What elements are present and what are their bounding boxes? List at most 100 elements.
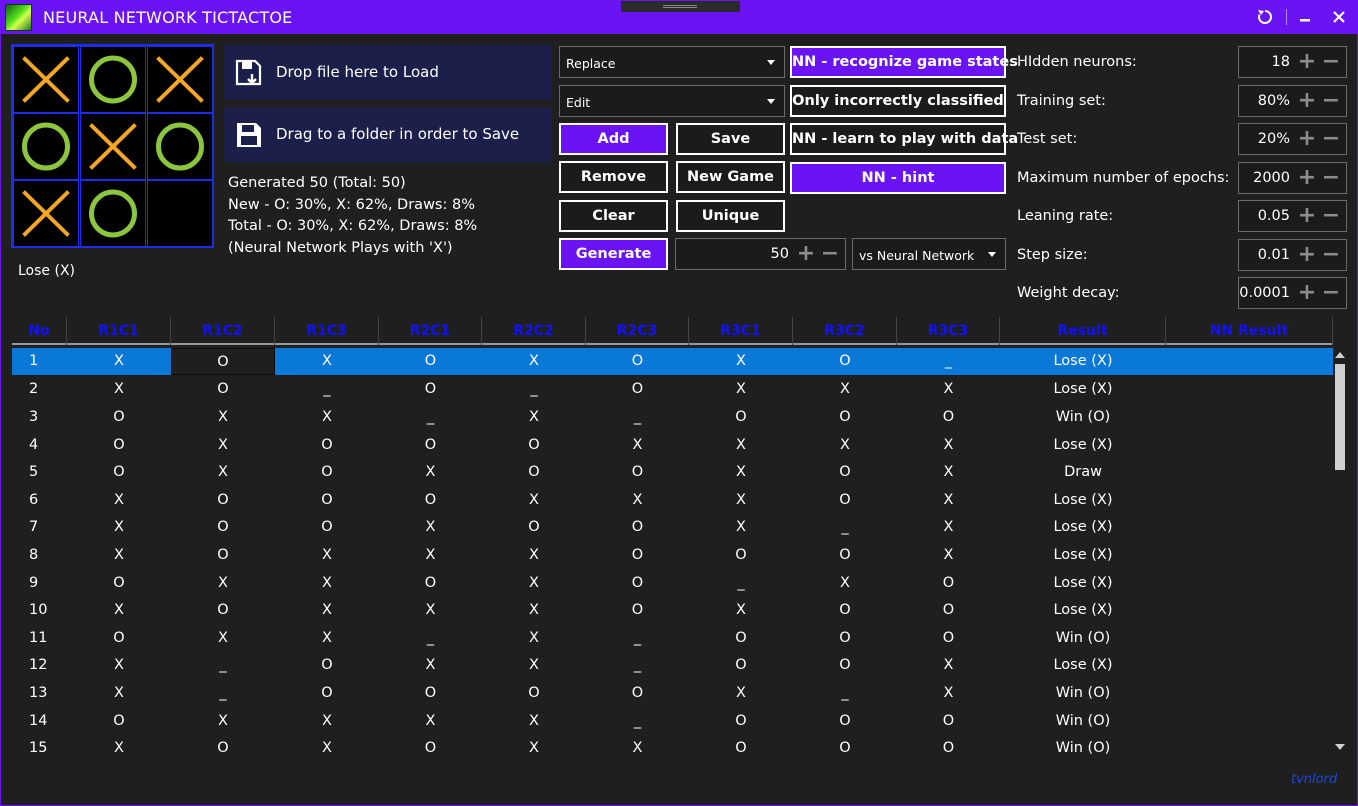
table-cell[interactable]: X	[275, 404, 379, 431]
table-cell[interactable]: 14	[12, 708, 67, 735]
table-cell[interactable]: Lose (X)	[1000, 570, 1166, 597]
table-cell[interactable]: O	[171, 542, 275, 569]
table-row[interactable]: 9 O X X O X O _ X O Lose (X)	[12, 570, 1333, 597]
table-cell[interactable]	[1166, 487, 1333, 514]
table-row[interactable]: 12 X _ O X X _ O O X Lose (X)	[12, 652, 1333, 679]
table-cell[interactable]: 13	[12, 680, 67, 707]
table-cell[interactable]: _	[275, 376, 379, 403]
table-cell[interactable]: _	[379, 625, 482, 652]
table-row[interactable]: 5 O X O X O O X O X Draw	[12, 459, 1333, 486]
drag-save-panel[interactable]: Drag to a folder in order to Save	[224, 107, 552, 162]
table-cell[interactable]: O	[793, 652, 897, 679]
table-cell[interactable]: X	[897, 376, 1000, 403]
table-cell[interactable]: 1	[12, 348, 67, 375]
table-cell[interactable]: 4	[12, 432, 67, 459]
param-stepper[interactable]: 0.05 + −	[1238, 200, 1347, 232]
table-cell[interactable]: X	[379, 459, 482, 486]
table-cell[interactable]: O	[897, 597, 1000, 624]
table-cell[interactable]: O	[379, 680, 482, 707]
column-header[interactable]: NN Result	[1166, 317, 1333, 345]
refresh-icon[interactable]	[1255, 7, 1275, 27]
table-row[interactable]: 10 X O X X X O X O O Lose (X)	[12, 597, 1333, 624]
table-row[interactable]: 11 O X X _ X _ O O O Win (O)	[12, 625, 1333, 652]
table-cell[interactable]	[1166, 432, 1333, 459]
table-cell[interactable]: O	[793, 459, 897, 486]
table-cell[interactable]: O	[275, 487, 379, 514]
table-cell[interactable]: X	[379, 597, 482, 624]
table-cell[interactable]: O	[482, 459, 586, 486]
table-cell[interactable]: X	[897, 680, 1000, 707]
table-cell[interactable]: O	[482, 514, 586, 541]
minus-icon[interactable]: −	[1321, 128, 1341, 150]
table-cell[interactable]: O	[379, 570, 482, 597]
table-cell[interactable]: X	[275, 597, 379, 624]
board-cell[interactable]	[80, 180, 146, 247]
table-cell[interactable]: O	[379, 487, 482, 514]
plus-icon[interactable]: +	[1297, 128, 1317, 150]
table-cell[interactable]: X	[171, 432, 275, 459]
table-cell[interactable]: 6	[12, 487, 67, 514]
drop-load-panel[interactable]: Drop file here to Load	[224, 45, 552, 100]
param-stepper[interactable]: 20% + −	[1238, 123, 1347, 155]
nn-learn-button[interactable]: NN - learn to play with data	[790, 123, 1018, 155]
table-cell[interactable]: Win (O)	[1000, 680, 1166, 707]
table-cell[interactable]: X	[482, 708, 586, 735]
table-cell[interactable]: X	[67, 652, 171, 679]
table-cell[interactable]	[1166, 625, 1333, 652]
table-cell[interactable]: X	[689, 432, 793, 459]
minus-icon[interactable]: −	[1321, 51, 1341, 73]
table-cell[interactable]: _	[586, 625, 689, 652]
table-cell[interactable]: X	[586, 432, 689, 459]
table-cell[interactable]: Win (O)	[1000, 735, 1166, 762]
table-cell[interactable]: O	[67, 404, 171, 431]
table-cell[interactable]: X	[482, 404, 586, 431]
table-cell[interactable]: 9	[12, 570, 67, 597]
board-cell[interactable]	[13, 113, 79, 180]
table-cell[interactable]: X	[171, 459, 275, 486]
table-cell[interactable]: X	[482, 348, 586, 375]
minus-icon[interactable]: −	[1321, 282, 1341, 304]
table-cell[interactable]: O	[586, 597, 689, 624]
table-cell[interactable]	[1166, 348, 1333, 375]
table-cell[interactable]: X	[482, 735, 586, 762]
table-cell[interactable]	[1166, 570, 1333, 597]
table-cell[interactable]: O	[793, 487, 897, 514]
table-cell[interactable]: Win (O)	[1000, 625, 1166, 652]
table-cell[interactable]: O	[793, 597, 897, 624]
table-row[interactable]: 13 X _ O O O O X _ X Win (O)	[12, 680, 1333, 707]
scroll-down-icon[interactable]	[1335, 744, 1345, 750]
table-cell[interactable]: O	[689, 708, 793, 735]
table-cell[interactable]: O	[793, 542, 897, 569]
param-stepper[interactable]: 0.0001 + −	[1238, 277, 1347, 309]
table-cell[interactable]	[1166, 404, 1333, 431]
minus-icon[interactable]: −	[1321, 205, 1341, 227]
table-cell[interactable]: _	[379, 404, 482, 431]
table-cell[interactable]: O	[67, 459, 171, 486]
table-cell[interactable]: O	[793, 708, 897, 735]
param-stepper[interactable]: 0.01 + −	[1238, 239, 1347, 271]
table-cell[interactable]: X	[67, 348, 171, 375]
table-cell[interactable]: X	[689, 514, 793, 541]
table-cell[interactable]: X	[482, 597, 586, 624]
window-drag-handle[interactable]	[621, 1, 740, 12]
table-cell[interactable]: O	[171, 514, 275, 541]
table-cell[interactable]	[1166, 514, 1333, 541]
table-scrollbar[interactable]	[1334, 348, 1346, 763]
unique-button[interactable]: Unique	[676, 200, 785, 232]
table-cell[interactable]: Lose (X)	[1000, 652, 1166, 679]
edit-dropdown[interactable]: Edit	[559, 85, 785, 117]
table-cell[interactable]: 8	[12, 542, 67, 569]
add-button[interactable]: Add	[559, 123, 668, 155]
table-cell[interactable]: O	[379, 432, 482, 459]
table-cell[interactable]: O	[171, 487, 275, 514]
only-incorrect-button[interactable]: Only incorrectly classified	[790, 85, 1006, 117]
table-cell[interactable]: O	[275, 680, 379, 707]
table-cell[interactable]: X	[897, 432, 1000, 459]
table-cell[interactable]: X	[793, 570, 897, 597]
table-row[interactable]: 14 O X X X X _ O O O Win (O)	[12, 708, 1333, 735]
table-cell[interactable]: O	[275, 652, 379, 679]
table-cell[interactable]: O	[897, 708, 1000, 735]
table-cell[interactable]: _	[793, 514, 897, 541]
table-cell[interactable]: 15	[12, 735, 67, 762]
table-cell[interactable]: X	[67, 542, 171, 569]
